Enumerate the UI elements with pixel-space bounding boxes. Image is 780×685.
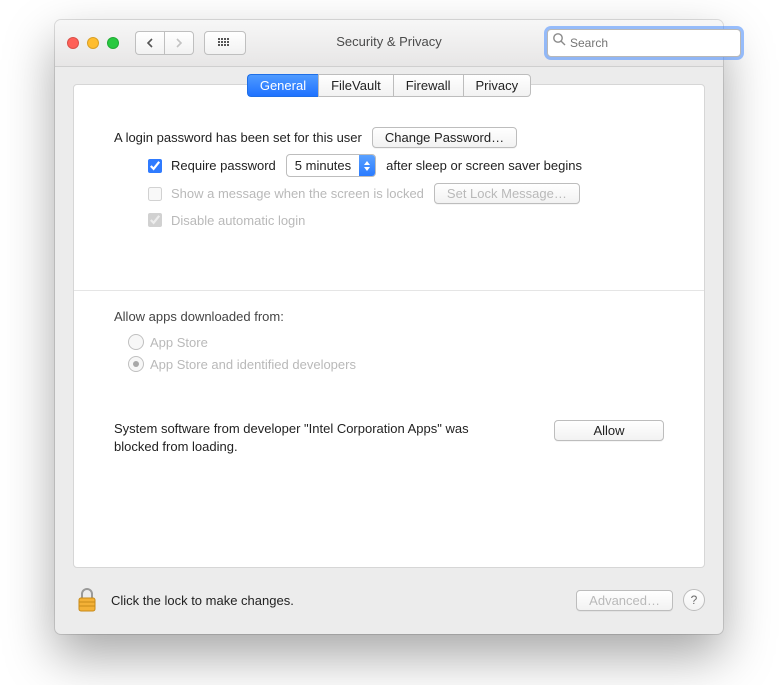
select-value: 5 minutes [287, 158, 359, 173]
tab-label: General [260, 78, 306, 93]
content-card: General FileVault Firewall Privacy A log… [73, 84, 705, 568]
help-button[interactable]: ? [683, 589, 705, 611]
close-window-button[interactable] [67, 37, 79, 49]
tab-bar: General FileVault Firewall Privacy [74, 74, 704, 97]
back-button[interactable] [135, 31, 164, 55]
require-password-checkbox[interactable]: Require password [144, 156, 276, 176]
button-label: Set Lock Message… [447, 186, 567, 201]
blocked-software-row: System software from developer "Intel Co… [114, 420, 664, 455]
after-sleep-text: after sleep or screen saver begins [386, 158, 582, 173]
checkbox-label: Show a message when the screen is locked [171, 186, 424, 201]
radio-label: App Store [150, 335, 208, 350]
chevron-left-icon [146, 38, 154, 48]
tab-firewall[interactable]: Firewall [393, 74, 463, 97]
general-panel: A login password has been set for this u… [74, 97, 704, 455]
toolbar: Security & Privacy [55, 20, 723, 67]
button-label: Advanced… [589, 593, 660, 608]
checkbox-label: Require password [171, 158, 276, 173]
show-message-input[interactable] [148, 187, 162, 201]
require-password-input[interactable] [148, 159, 162, 173]
radio-identified-developers: App Store and identified developers [128, 356, 664, 372]
nav-back-forward [135, 31, 194, 55]
password-set-text: A login password has been set for this u… [114, 130, 362, 145]
zoom-window-button[interactable] [107, 37, 119, 49]
button-label: Allow [593, 423, 624, 438]
question-icon: ? [691, 593, 698, 607]
disable-auto-login-checkbox[interactable]: Disable automatic login [144, 210, 305, 230]
search-input[interactable] [547, 29, 741, 57]
footer: Click the lock to make changes. Advanced… [73, 580, 705, 620]
blocked-software-message: System software from developer "Intel Co… [114, 420, 484, 455]
grid-icon [218, 38, 232, 48]
advanced-button: Advanced… [576, 590, 673, 611]
tab-label: FileVault [331, 78, 381, 93]
tab-label: Firewall [406, 78, 451, 93]
tab-general[interactable]: General [247, 74, 318, 97]
change-password-button[interactable]: Change Password… [372, 127, 517, 148]
divider [74, 290, 704, 291]
forward-button[interactable] [164, 31, 194, 55]
radio-app-store: App Store [128, 334, 664, 350]
require-password-delay-select[interactable]: 5 minutes [286, 154, 376, 177]
tab-filevault[interactable]: FileVault [318, 74, 393, 97]
radio-icon [128, 356, 144, 372]
search-field-wrap [547, 29, 711, 57]
set-lock-message-button: Set Lock Message… [434, 183, 580, 204]
show-message-checkbox[interactable]: Show a message when the screen is locked [144, 184, 424, 204]
chevron-right-icon [175, 38, 183, 48]
preferences-window: Security & Privacy General FileVault Fir… [55, 20, 723, 634]
window-controls [67, 37, 119, 49]
button-label: Change Password… [385, 130, 504, 145]
minimize-window-button[interactable] [87, 37, 99, 49]
allow-button[interactable]: Allow [554, 420, 664, 441]
lock-text: Click the lock to make changes. [111, 593, 294, 608]
lock-button[interactable] [73, 586, 101, 614]
disable-auto-login-input[interactable] [148, 213, 162, 227]
radio-label: App Store and identified developers [150, 357, 356, 372]
radio-icon [128, 334, 144, 350]
checkbox-label: Disable automatic login [171, 213, 305, 228]
stepper-arrows-icon [359, 155, 375, 176]
tab-label: Privacy [476, 78, 519, 93]
allow-apps-heading: Allow apps downloaded from: [114, 309, 664, 324]
lock-icon [76, 587, 98, 613]
tab-privacy[interactable]: Privacy [463, 74, 532, 97]
show-all-button[interactable] [204, 31, 246, 55]
